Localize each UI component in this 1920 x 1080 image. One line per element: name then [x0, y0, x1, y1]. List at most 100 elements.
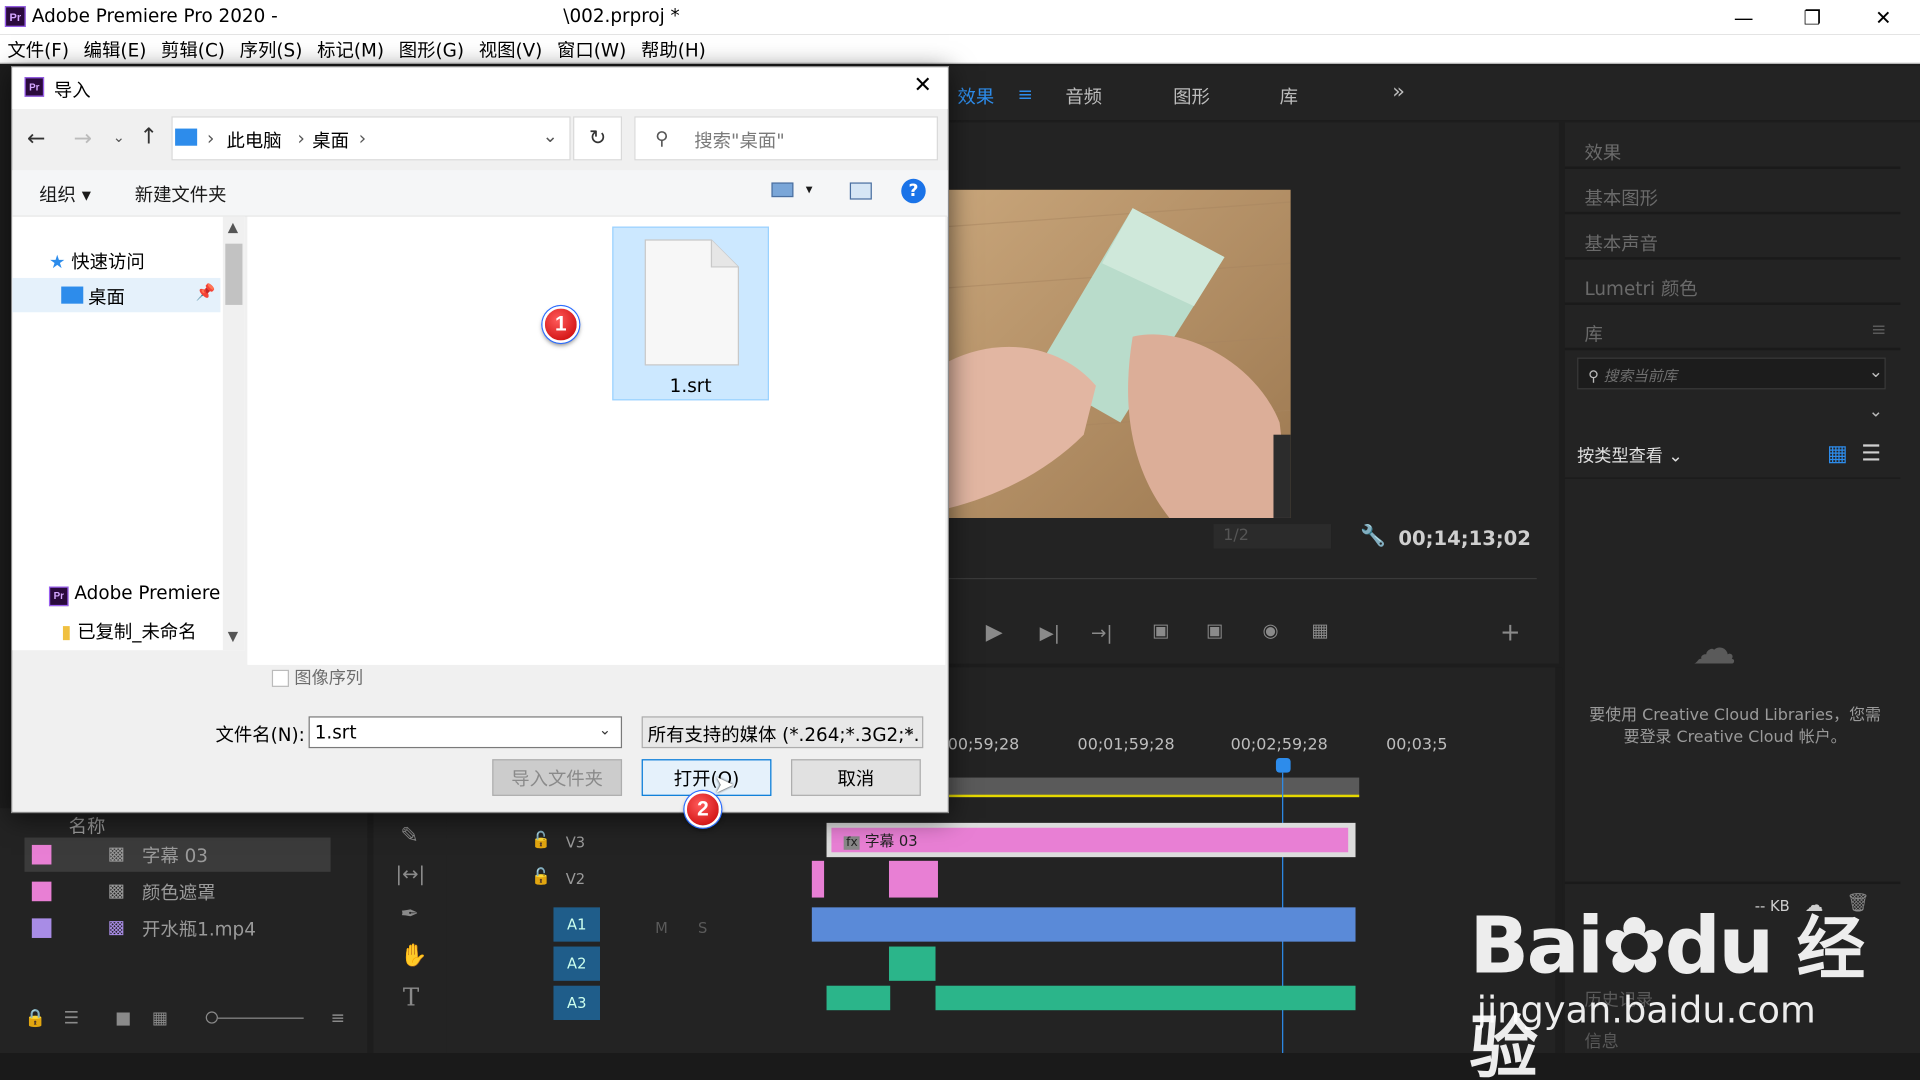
slip-icon[interactable]: |↔|: [396, 862, 426, 885]
scroll-down-icon[interactable]: ▼: [228, 628, 238, 644]
title-clip[interactable]: fx 字幕 03: [831, 827, 1349, 853]
play-icon[interactable]: ▶: [986, 620, 1003, 646]
panel-effects[interactable]: 效果: [1564, 127, 1901, 169]
menu-help[interactable]: 帮助(H): [634, 34, 714, 62]
view-by-type[interactable]: 按类型查看 ⌄: [1577, 443, 1683, 467]
chevron-down-icon[interactable]: ⌄: [904, 721, 916, 738]
playhead-handle[interactable]: [1275, 757, 1291, 773]
minimize-icon[interactable]: —: [1709, 0, 1778, 34]
nav-scrollbar[interactable]: ▲ ▼: [222, 216, 245, 651]
import-folder-button[interactable]: 导入文件夹: [492, 759, 623, 796]
go-to-out-icon[interactable]: →|: [1091, 622, 1113, 644]
type-icon[interactable]: T: [403, 982, 419, 1011]
audio-clip-a3[interactable]: [826, 985, 891, 1011]
tab-graphics[interactable]: 图形: [1173, 83, 1210, 109]
grid-view-icon[interactable]: ▦: [1827, 441, 1848, 467]
menu-lines-icon[interactable]: ≡: [1018, 83, 1033, 105]
library-search[interactable]: ⚲ 搜索当前库: [1577, 357, 1886, 390]
project-item[interactable]: ▩ 开水瓶1.mp4: [24, 911, 330, 945]
panel-essential-graphics[interactable]: 基本图形: [1564, 173, 1901, 215]
resolution-select[interactable]: 1/2: [1213, 524, 1332, 549]
nav-adobe-premiere[interactable]: Pr Adobe Premiere: [48, 582, 220, 606]
pen-icon[interactable]: ✒: [400, 901, 418, 927]
checkbox[interactable]: [271, 669, 289, 687]
video-clip[interactable]: [811, 860, 825, 898]
track-a1[interactable]: A1: [553, 907, 601, 942]
zoom-slider[interactable]: [205, 1011, 304, 1024]
chevron-down-icon[interactable]: ▾: [806, 181, 813, 197]
panel-libraries[interactable]: 库: [1564, 309, 1901, 351]
pin-icon[interactable]: 📌: [196, 284, 216, 302]
view-options-icon[interactable]: [771, 182, 794, 198]
filename-input[interactable]: 1.srt ⌄: [308, 716, 623, 749]
more-tabs-icon[interactable]: »: [1392, 80, 1405, 104]
chevron-down-icon[interactable]: ⌄: [599, 721, 611, 738]
up-arrow-icon[interactable]: ↑: [140, 124, 158, 150]
list-view-icon[interactable]: ☰: [1861, 441, 1881, 467]
tab-audio[interactable]: 音频: [1065, 83, 1102, 109]
track-v3[interactable]: V3: [566, 834, 585, 851]
title-clip-bg[interactable]: fx 字幕 03: [826, 822, 1356, 858]
razor-icon[interactable]: ✎: [400, 823, 418, 849]
breadcrumb-this-pc[interactable]: 此电脑: [227, 127, 282, 153]
track-v2[interactable]: V2: [566, 871, 585, 888]
address-bar[interactable]: › 此电脑 › 桌面 › ⌄: [171, 116, 571, 161]
add-button-icon[interactable]: +: [1500, 617, 1521, 646]
chevron-down-icon[interactable]: ⌄: [542, 125, 557, 147]
project-item[interactable]: ▩ 字幕 03: [24, 837, 331, 872]
work-area-bar[interactable]: [948, 777, 1360, 798]
preview-pane-icon[interactable]: [849, 182, 872, 200]
cancel-button[interactable]: 取消: [791, 759, 921, 796]
menu-file[interactable]: 文件(F): [0, 34, 76, 62]
menu-clip[interactable]: 剪辑(C): [154, 34, 233, 62]
breadcrumb-desktop[interactable]: 桌面: [312, 127, 349, 153]
menu-lines-icon[interactable]: ≡: [331, 1009, 345, 1029]
filetype-select[interactable]: 所有支持的媒体 (*.264;*.3G2;*.: [641, 716, 924, 749]
forward-arrow-icon[interactable]: →: [73, 126, 91, 152]
back-arrow-icon[interactable]: ←: [27, 126, 45, 152]
refresh-icon[interactable]: ↻: [573, 116, 623, 161]
icon-view-icon[interactable]: ■: [115, 1009, 131, 1029]
camera-icon[interactable]: ◉: [1262, 620, 1278, 642]
new-folder-button[interactable]: 新建文件夹: [135, 181, 227, 207]
hand-icon[interactable]: ✋: [400, 943, 427, 969]
tab-libraries[interactable]: 库: [1280, 83, 1298, 109]
nav-quick-access[interactable]: ★ 快速访问: [49, 249, 145, 275]
list-view-icon[interactable]: ☰: [64, 1009, 79, 1029]
wrench-icon[interactable]: 🔧: [1360, 524, 1386, 548]
menu-marker[interactable]: 标记(M): [310, 34, 392, 62]
lock-icon[interactable]: 🔓: [531, 831, 551, 849]
menu-edit[interactable]: 编辑(E): [76, 34, 153, 62]
chevron-down-icon[interactable]: ⌄: [1869, 362, 1883, 382]
menu-view[interactable]: 视图(V): [471, 34, 549, 62]
search-box[interactable]: ⚲ 搜索"桌面": [634, 116, 938, 161]
step-forward-icon[interactable]: ▶|: [1040, 622, 1060, 644]
nav-copied-folder[interactable]: ▮ 已复制_未命名: [61, 618, 196, 644]
close-icon[interactable]: ✕: [1849, 0, 1918, 34]
freeform-view-icon[interactable]: ▦: [152, 1009, 168, 1029]
compare-icon[interactable]: ▦: [1311, 620, 1328, 642]
image-sequence-option[interactable]: 图像序列: [271, 665, 363, 689]
solo-button[interactable]: S: [698, 920, 707, 937]
playhead-ruler[interactable]: [948, 577, 1537, 580]
help-icon[interactable]: ?: [901, 178, 926, 204]
restore-icon[interactable]: ❐: [1778, 0, 1847, 34]
mute-button[interactable]: M: [655, 920, 668, 937]
file-item[interactable]: 1.srt: [612, 226, 769, 401]
extract-icon[interactable]: ▣: [1206, 620, 1223, 642]
track-a3[interactable]: A3: [553, 985, 601, 1021]
scroll-up-icon[interactable]: ▲: [228, 219, 238, 235]
video-clip[interactable]: [888, 860, 938, 898]
audio-clip-a3[interactable]: [935, 985, 1356, 1011]
lock-icon[interactable]: 🔓: [531, 868, 551, 886]
audio-clip-a2[interactable]: [888, 946, 936, 981]
menu-sequence[interactable]: 序列(S): [232, 34, 309, 62]
menu-graphics[interactable]: 图形(G): [391, 34, 471, 62]
chevron-down-icon[interactable]: ⌄: [1869, 402, 1883, 422]
track-a2[interactable]: A2: [553, 946, 601, 981]
organize-button[interactable]: 组织 ▾: [39, 181, 91, 207]
project-item[interactable]: ▩ 颜色遮罩: [24, 874, 330, 908]
panel-menu-icon[interactable]: ≡: [1871, 318, 1886, 340]
lift-icon[interactable]: ▣: [1152, 620, 1169, 642]
audio-clip-a1[interactable]: [811, 907, 1356, 942]
